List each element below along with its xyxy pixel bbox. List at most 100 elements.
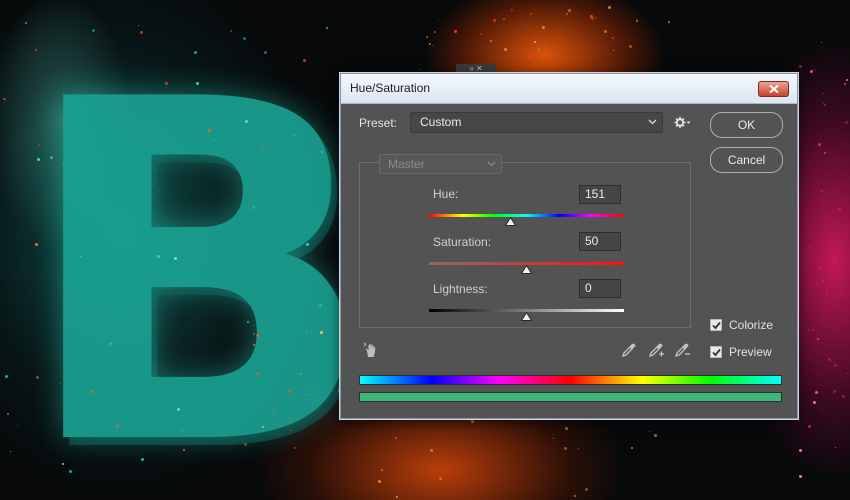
lightness-label: Lightness: bbox=[433, 282, 488, 296]
spark bbox=[513, 64, 515, 66]
spark bbox=[635, 19, 638, 22]
eyedropper-minus-icon[interactable] bbox=[674, 342, 691, 358]
spark bbox=[395, 496, 398, 499]
spark bbox=[529, 13, 532, 16]
chevron-down-icon bbox=[648, 119, 657, 125]
spark bbox=[799, 449, 803, 453]
spark bbox=[544, 45, 546, 47]
preset-value: Custom bbox=[420, 115, 462, 129]
spark bbox=[35, 375, 39, 379]
spark bbox=[165, 81, 169, 85]
spark bbox=[820, 189, 823, 192]
spark bbox=[847, 234, 849, 236]
spark bbox=[808, 329, 811, 332]
spark bbox=[826, 293, 829, 296]
spark bbox=[229, 29, 232, 32]
spark bbox=[250, 406, 251, 408]
spark bbox=[34, 49, 37, 52]
spark bbox=[438, 476, 442, 480]
result-color-bar bbox=[359, 392, 782, 402]
ok-button[interactable]: OK bbox=[710, 112, 783, 138]
spark bbox=[607, 5, 611, 9]
close-button[interactable] bbox=[758, 81, 789, 97]
spark bbox=[433, 30, 436, 33]
spark bbox=[381, 468, 384, 471]
cancel-button[interactable]: Cancel bbox=[710, 147, 783, 173]
lightness-input[interactable]: 0 bbox=[579, 279, 621, 298]
spark bbox=[846, 372, 848, 374]
preset-label: Preset: bbox=[359, 116, 398, 130]
spark bbox=[207, 129, 211, 133]
spark bbox=[845, 79, 848, 82]
spark bbox=[537, 48, 541, 52]
spark bbox=[817, 337, 820, 340]
spark bbox=[454, 29, 458, 33]
colorize-label[interactable]: Colorize bbox=[729, 318, 773, 332]
preview-checkbox[interactable] bbox=[710, 346, 722, 358]
eyedropper-icon[interactable] bbox=[621, 342, 637, 358]
spark bbox=[813, 69, 815, 71]
spark bbox=[320, 330, 324, 334]
spark bbox=[36, 158, 40, 162]
channel-dropdown: Master bbox=[379, 154, 502, 174]
spark bbox=[608, 64, 610, 66]
lightness-slider-thumb[interactable] bbox=[521, 312, 532, 321]
spark bbox=[823, 151, 826, 154]
saturation-slider-thumb[interactable] bbox=[521, 265, 532, 274]
title-bar[interactable]: Hue/Saturation bbox=[341, 74, 797, 104]
spark bbox=[471, 419, 475, 423]
spark bbox=[59, 382, 61, 384]
hue-slider-thumb[interactable] bbox=[505, 217, 517, 226]
spark bbox=[255, 333, 259, 337]
eyedropper-plus-icon[interactable] bbox=[648, 342, 665, 358]
spark bbox=[9, 450, 11, 452]
spark bbox=[557, 34, 559, 36]
spark bbox=[668, 20, 671, 23]
spark bbox=[832, 193, 834, 195]
spark bbox=[509, 25, 511, 27]
hue-saturation-dialog: Hue/Saturation Preset: Custom OK Cancel … bbox=[340, 73, 798, 419]
spark bbox=[813, 400, 817, 404]
spark bbox=[799, 474, 803, 478]
spark bbox=[49, 155, 53, 159]
spark bbox=[246, 320, 249, 323]
spark bbox=[815, 391, 819, 395]
spark bbox=[808, 246, 811, 249]
spark bbox=[294, 446, 296, 449]
hue-slider-track[interactable] bbox=[429, 214, 624, 217]
spark bbox=[653, 433, 657, 437]
spark bbox=[242, 36, 246, 40]
spark bbox=[420, 68, 422, 70]
gear-icon[interactable] bbox=[674, 116, 691, 129]
spark bbox=[511, 8, 513, 11]
spark bbox=[5, 98, 7, 100]
spark bbox=[798, 65, 802, 69]
spark bbox=[251, 205, 255, 209]
hue-input[interactable]: 151 bbox=[579, 185, 621, 204]
spark bbox=[6, 413, 9, 416]
spark bbox=[565, 426, 569, 430]
colorize-checkbox[interactable] bbox=[710, 319, 722, 331]
saturation-input[interactable]: 50 bbox=[579, 232, 621, 251]
checkmark-icon bbox=[712, 348, 721, 357]
spark bbox=[823, 279, 825, 281]
preset-dropdown[interactable]: Custom bbox=[410, 112, 663, 133]
spark bbox=[573, 494, 576, 497]
spark bbox=[628, 45, 632, 49]
spark bbox=[287, 389, 291, 393]
spark bbox=[3, 97, 6, 100]
spark bbox=[842, 394, 846, 398]
adjustment-group bbox=[359, 162, 691, 328]
spark bbox=[429, 42, 432, 45]
spark bbox=[833, 390, 837, 394]
spark bbox=[591, 16, 595, 20]
spark bbox=[437, 20, 439, 22]
preview-label[interactable]: Preview bbox=[729, 345, 772, 359]
on-image-adjust-hand-icon[interactable] bbox=[363, 342, 379, 358]
spark bbox=[567, 9, 571, 13]
spark bbox=[525, 24, 527, 26]
spark bbox=[524, 56, 526, 58]
spark bbox=[377, 480, 381, 484]
spark bbox=[630, 447, 633, 450]
spark bbox=[585, 488, 589, 492]
